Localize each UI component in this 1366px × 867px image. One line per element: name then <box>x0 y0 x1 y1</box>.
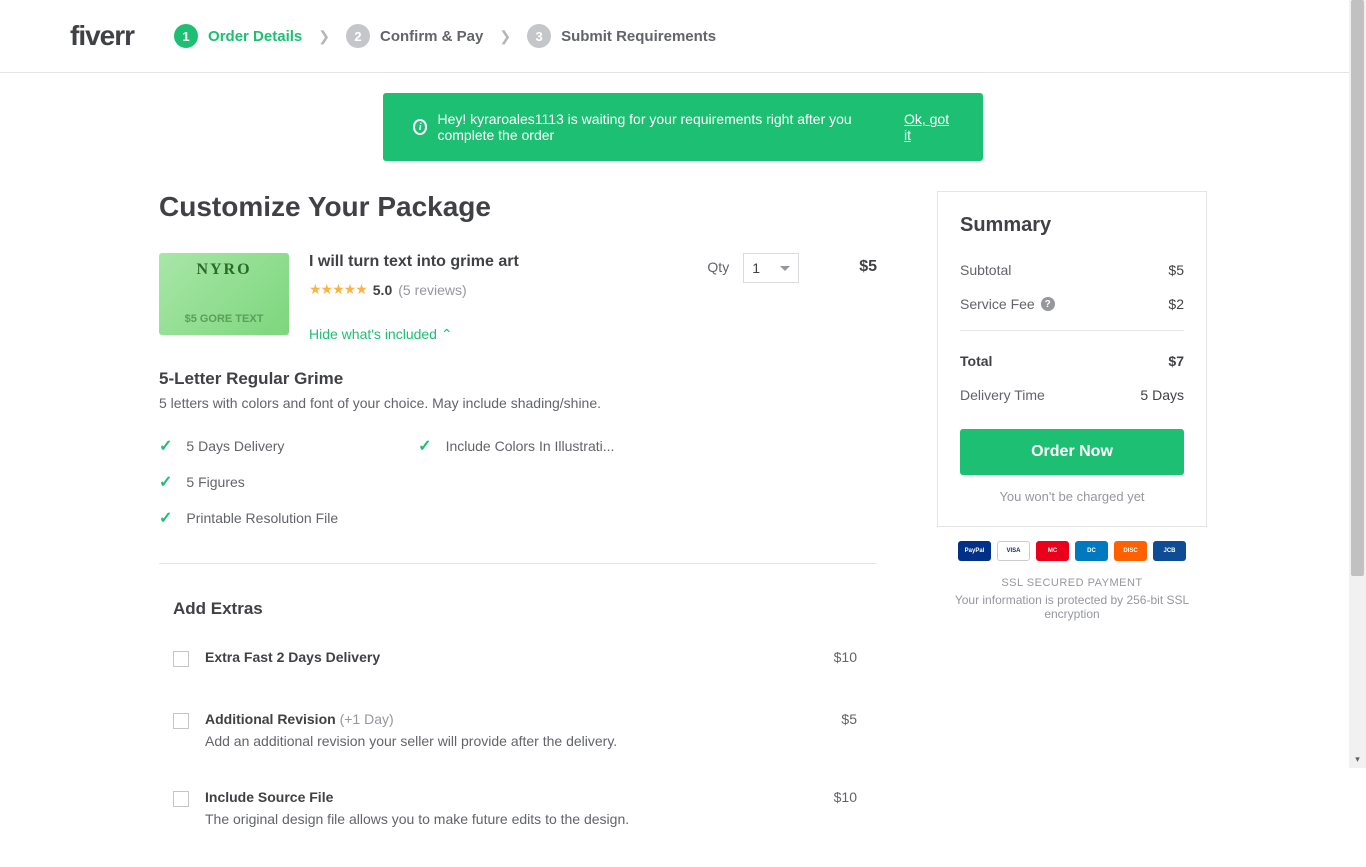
mastercard-icon: MC <box>1036 541 1069 561</box>
checkout-steps: 1 Order Details ❯ 2 Confirm & Pay ❯ 3 Su… <box>174 24 716 48</box>
check-icon: ✓ <box>418 436 431 456</box>
check-icon: ✓ <box>159 508 172 528</box>
toggle-included-link[interactable]: Hide what's included ⌃ <box>309 326 453 342</box>
check-icon: ✓ <box>159 472 172 492</box>
step-label: Order Details <box>208 28 302 45</box>
payment-methods: PayPal VISA MC DC DISC JCB <box>937 541 1207 561</box>
scrollbar[interactable]: ▴ ▾ <box>1349 0 1366 768</box>
service-fee-value: $2 <box>1168 296 1184 312</box>
extra-item: Extra Fast 2 Days Delivery $10 <box>173 649 877 671</box>
extra-checkbox[interactable] <box>173 651 189 667</box>
total-value: $7 <box>1168 353 1184 369</box>
package-description: 5 letters with colors and font of your c… <box>159 395 877 411</box>
info-icon: i <box>413 119 427 135</box>
gig-title[interactable]: I will turn text into grime art <box>309 253 687 271</box>
gig-thumbnail[interactable] <box>159 253 289 335</box>
qty-value: 1 <box>752 260 760 276</box>
summary-title: Summary <box>960 214 1184 237</box>
extra-price: $10 <box>834 789 877 805</box>
chevron-right-icon: ❯ <box>499 28 511 45</box>
banner-dismiss-link[interactable]: Ok, got it <box>904 111 953 143</box>
subtotal-value: $5 <box>1168 262 1184 278</box>
step-label: Submit Requirements <box>561 28 716 45</box>
feature-item: ✓5 Days Delivery <box>159 436 338 456</box>
step-submit-requirements: 3 Submit Requirements <box>527 24 716 48</box>
extra-price: $5 <box>841 711 877 727</box>
step-number: 1 <box>174 24 198 48</box>
total-label: Total <box>960 353 992 369</box>
step-number: 2 <box>346 24 370 48</box>
scroll-down-icon[interactable]: ▾ <box>1349 751 1366 768</box>
discover-icon: DISC <box>1114 541 1147 561</box>
extra-item: Additional Revision (+1 Day) Add an addi… <box>173 711 877 749</box>
ssl-title: SSL SECURED PAYMENT <box>937 577 1207 589</box>
qty-select[interactable]: 1 <box>743 253 799 283</box>
chevron-right-icon: ❯ <box>318 28 330 45</box>
extra-description: The original design file allows you to m… <box>205 811 818 827</box>
gig-price: $5 <box>859 253 877 344</box>
chevron-up-icon: ⌃ <box>441 326 453 342</box>
summary-panel: Summary Subtotal $5 Service Fee ? $2 Tot… <box>937 191 1207 527</box>
page-title: Customize Your Package <box>159 191 877 223</box>
extra-price: $10 <box>834 649 877 665</box>
notification-banner: i Hey! kyraroales1113 is waiting for you… <box>383 93 983 161</box>
banner-message: Hey! kyraroales1113 is waiting for your … <box>437 111 903 143</box>
qty-label: Qty <box>707 253 729 275</box>
review-count: (5 reviews) <box>398 282 466 298</box>
delivery-time-label: Delivery Time <box>960 387 1045 403</box>
extra-name: Additional Revision (+1 Day) <box>205 711 825 727</box>
visa-icon: VISA <box>997 541 1030 561</box>
subtotal-label: Subtotal <box>960 262 1011 278</box>
step-confirm-pay: 2 Confirm & Pay <box>346 24 483 48</box>
delivery-time-value: 5 Days <box>1140 387 1184 403</box>
chevron-down-icon <box>780 266 790 271</box>
step-label: Confirm & Pay <box>380 28 483 45</box>
service-fee-label: Service Fee ? <box>960 296 1055 312</box>
step-number: 3 <box>527 24 551 48</box>
paypal-icon: PayPal <box>958 541 991 561</box>
extra-description: Add an additional revision your seller w… <box>205 733 825 749</box>
extra-checkbox[interactable] <box>173 791 189 807</box>
feature-item: ✓Printable Resolution File <box>159 508 338 528</box>
help-icon[interactable]: ? <box>1041 297 1055 311</box>
extra-item: Include Source File The original design … <box>173 789 877 827</box>
order-now-button[interactable]: Order Now <box>960 429 1184 475</box>
jcb-icon: JCB <box>1153 541 1186 561</box>
check-icon: ✓ <box>159 436 172 456</box>
scrollbar-thumb[interactable] <box>1351 0 1364 576</box>
step-order-details[interactable]: 1 Order Details <box>174 24 302 48</box>
ssl-description: Your information is protected by 256-bit… <box>937 593 1207 621</box>
star-icon: ★★★★★ <box>309 281 367 298</box>
diners-icon: DC <box>1075 541 1108 561</box>
extras-heading: Add Extras <box>173 599 877 619</box>
package-name: 5-Letter Regular Grime <box>159 369 877 389</box>
feature-item: ✓5 Figures <box>159 472 338 492</box>
divider <box>159 563 877 564</box>
divider <box>960 330 1184 331</box>
extra-name: Extra Fast 2 Days Delivery <box>205 649 818 665</box>
feature-item: ✓Include Colors In Illustrati... <box>418 436 614 456</box>
extra-name: Include Source File <box>205 789 818 805</box>
extra-checkbox[interactable] <box>173 713 189 729</box>
rating-value: 5.0 <box>373 282 392 298</box>
charge-note: You won't be charged yet <box>960 489 1184 504</box>
logo[interactable]: fiverr <box>70 20 134 52</box>
